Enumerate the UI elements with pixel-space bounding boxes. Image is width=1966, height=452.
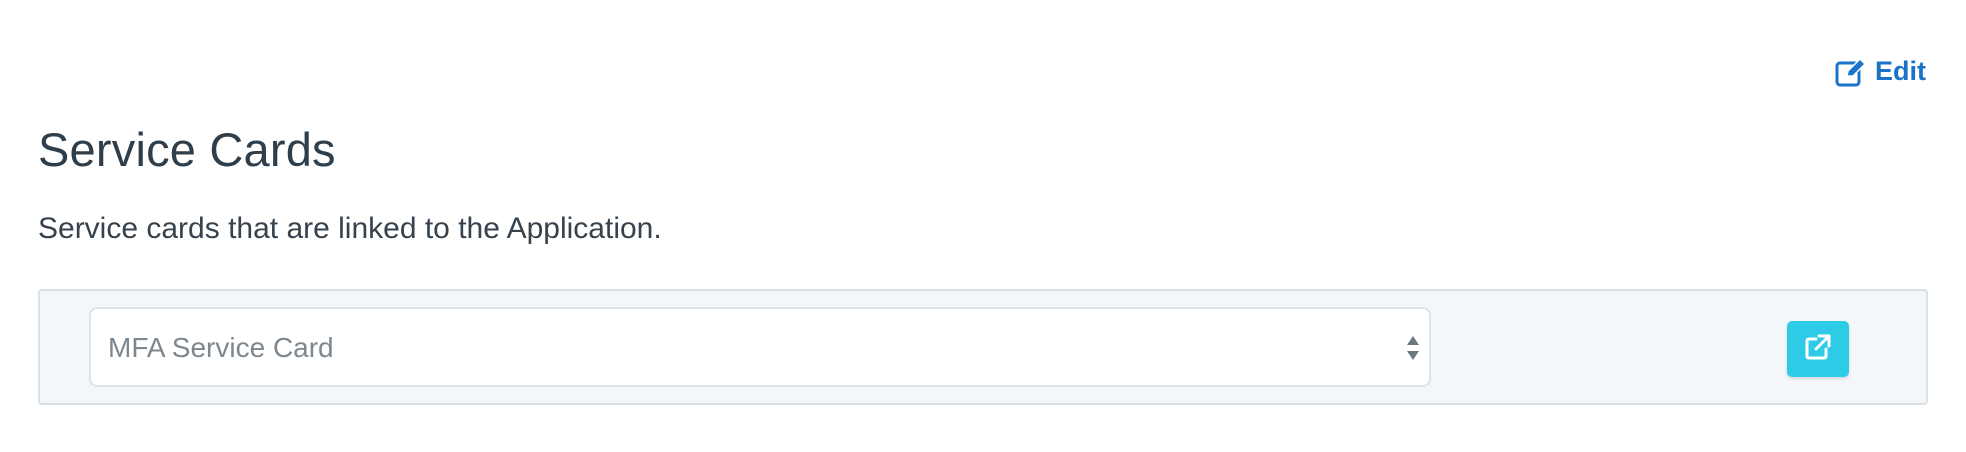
edit-label: Edit: [1875, 56, 1926, 86]
page-title: Service Cards: [38, 123, 336, 176]
service-card-panel: MFA Service Card: [38, 289, 1928, 405]
external-link-icon: [1804, 333, 1832, 366]
page-description: Service cards that are linked to the App…: [38, 212, 662, 245]
edit-link[interactable]: Edit: [1835, 56, 1926, 87]
service-card-select[interactable]: MFA Service Card: [89, 307, 1431, 387]
select-arrows-icon: [1405, 331, 1421, 365]
edit-icon: [1835, 57, 1867, 87]
open-service-card-button[interactable]: [1787, 321, 1849, 377]
service-cards-section: Edit Service Cards Service cards that ar…: [0, 0, 1966, 452]
service-card-select-value: MFA Service Card: [108, 332, 334, 363]
